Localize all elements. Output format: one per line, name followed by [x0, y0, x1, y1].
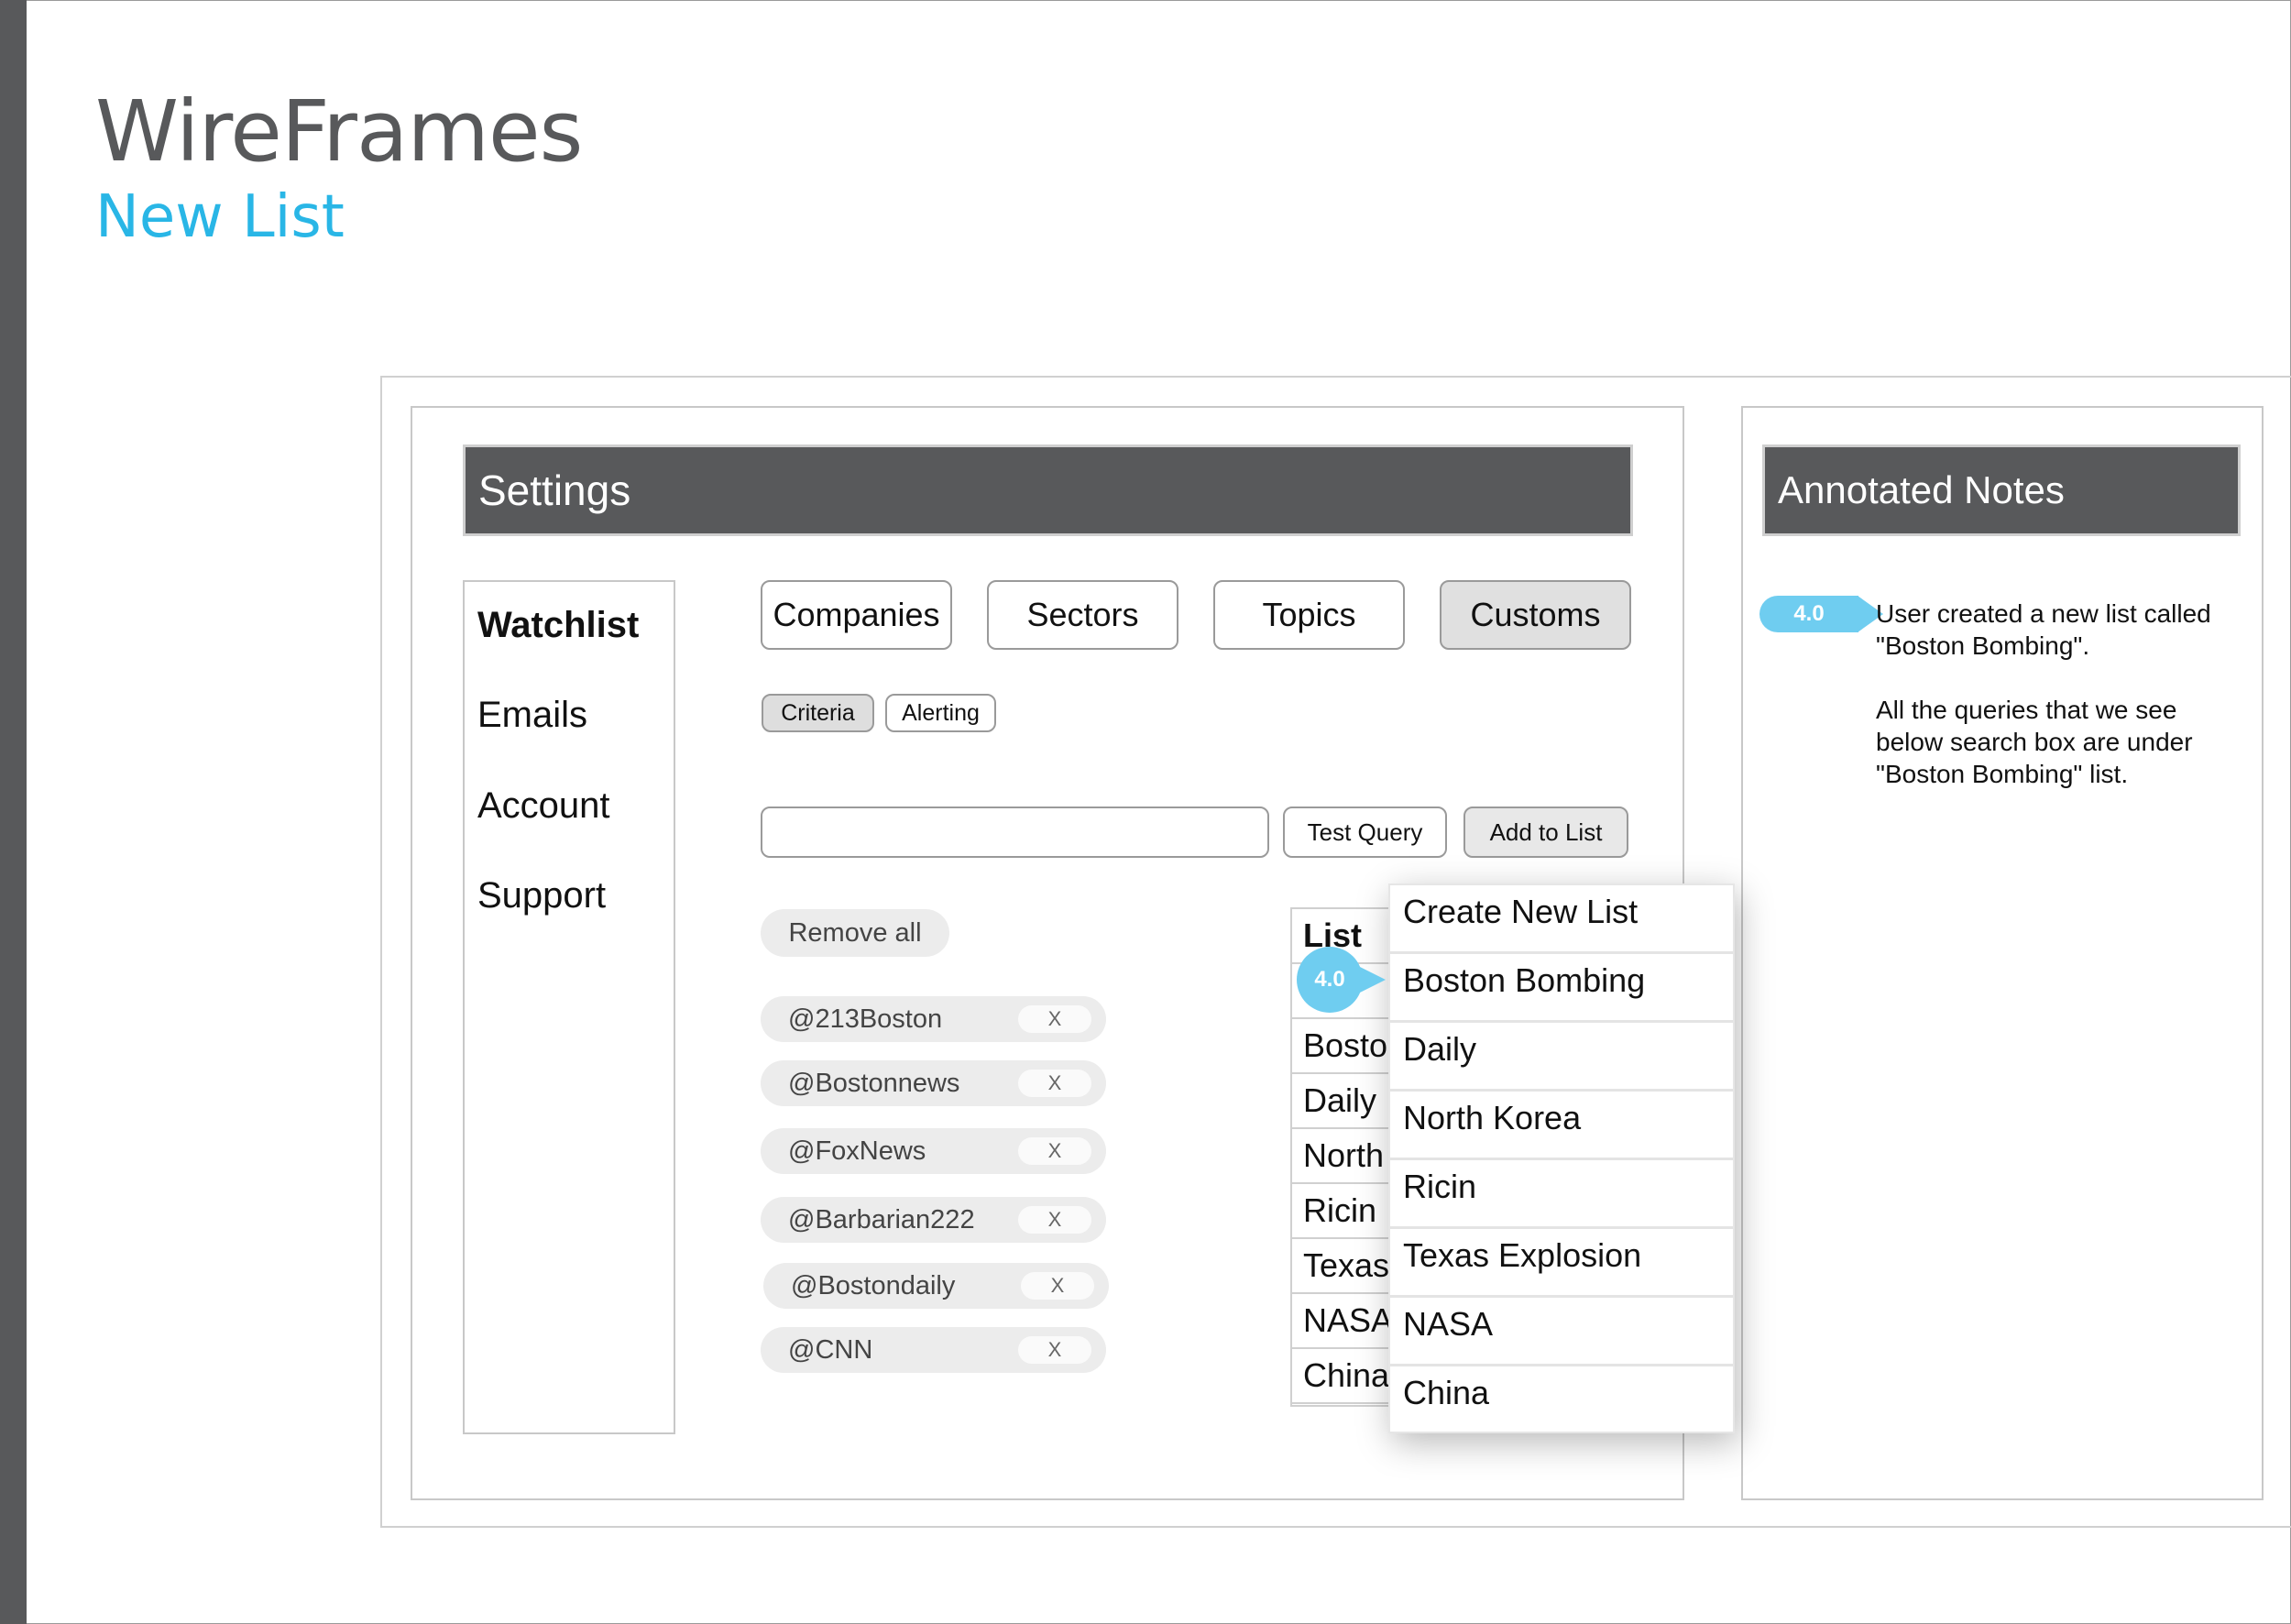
- chip-label: @Bostondaily: [791, 1270, 956, 1300]
- note-line: User created a new list called: [1876, 599, 2211, 628]
- list-table-row[interactable]: Texas: [1292, 1239, 1389, 1294]
- dropdown-item-create-new-list[interactable]: Create New List: [1390, 885, 1733, 954]
- chip-remove-icon[interactable]: X: [1021, 1272, 1094, 1300]
- query-chip: @Bostondaily X: [763, 1263, 1109, 1309]
- query-chip: @CNN X: [761, 1327, 1106, 1373]
- chip-remove-icon[interactable]: X: [1018, 1336, 1091, 1364]
- query-chip: @Barbarian222 X: [761, 1197, 1106, 1243]
- dropdown-item-boston-bombing[interactable]: Boston Bombing: [1390, 954, 1733, 1023]
- page-title: WireFrames: [95, 82, 583, 181]
- dropdown-item-ricin[interactable]: Ricin: [1390, 1160, 1733, 1229]
- note-line: "Boston Bombing" list.: [1876, 760, 2129, 788]
- remove-all-button[interactable]: Remove all: [761, 909, 949, 957]
- note-line: "Boston Bombing".: [1876, 631, 2090, 660]
- query-input[interactable]: [761, 807, 1269, 858]
- list-table-row[interactable]: Boston: [1292, 1019, 1389, 1074]
- dropdown-item-texas-explosion[interactable]: Texas Explosion: [1390, 1229, 1733, 1298]
- chip-remove-icon[interactable]: X: [1018, 1206, 1091, 1234]
- left-accent-bar: [0, 0, 27, 1624]
- annotation-marker: 4.0: [1759, 596, 1858, 632]
- list-table-row[interactable]: Ricin: [1292, 1184, 1389, 1239]
- sidebar-item-watchlist[interactable]: Watchlist: [477, 605, 639, 646]
- chip-label: @Barbarian222: [788, 1204, 975, 1234]
- tab-sectors[interactable]: Sectors: [987, 580, 1178, 650]
- settings-header: Settings: [463, 444, 1633, 536]
- tab-customs[interactable]: Customs: [1440, 580, 1631, 650]
- sidebar-item-support[interactable]: Support: [477, 875, 606, 916]
- query-chip: @FoxNews X: [761, 1128, 1106, 1174]
- dropdown-item-china[interactable]: China: [1390, 1366, 1733, 1435]
- note-line: below search box are under: [1876, 728, 2193, 756]
- test-query-button[interactable]: Test Query: [1283, 807, 1447, 858]
- dropdown-item-nasa[interactable]: NASA: [1390, 1298, 1733, 1366]
- list-table-row[interactable]: NASA: [1292, 1294, 1389, 1349]
- list-table-row[interactable]: Daily: [1292, 1074, 1389, 1129]
- list-dropdown-menu: Create New List Boston Bombing Daily Nor…: [1388, 883, 1735, 1433]
- query-chip: @213Boston X: [761, 996, 1106, 1042]
- sidebar-item-account[interactable]: Account: [477, 785, 610, 827]
- subtab-alerting[interactable]: Alerting: [885, 694, 996, 732]
- page-subtitle: New List: [95, 183, 345, 251]
- settings-title: Settings: [478, 466, 631, 514]
- notes-title: Annotated Notes: [1778, 468, 2065, 511]
- tab-companies[interactable]: Companies: [761, 580, 952, 650]
- notes-header: Annotated Notes: [1762, 444, 2241, 536]
- chip-label: @CNN: [788, 1334, 873, 1365]
- tab-topics[interactable]: Topics: [1213, 580, 1405, 650]
- list-table-row[interactable]: North: [1292, 1129, 1389, 1184]
- chip-remove-icon[interactable]: X: [1018, 1070, 1091, 1097]
- chip-remove-icon[interactable]: X: [1018, 1137, 1091, 1165]
- dropdown-item-north-korea[interactable]: North Korea: [1390, 1092, 1733, 1160]
- query-chip: @Bostonnews X: [761, 1060, 1106, 1106]
- note-line: All the queries that we see: [1876, 696, 2177, 724]
- list-table-row[interactable]: China: [1292, 1349, 1389, 1404]
- chip-label: @Bostonnews: [788, 1068, 960, 1098]
- add-to-list-button[interactable]: Add to List: [1463, 807, 1628, 858]
- annotation-marker: 4.0: [1297, 947, 1363, 1013]
- notes-panel: [1741, 406, 2264, 1500]
- dropdown-item-daily[interactable]: Daily: [1390, 1023, 1733, 1092]
- chip-label: @213Boston: [788, 1004, 943, 1034]
- chip-remove-icon[interactable]: X: [1018, 1005, 1091, 1033]
- sidebar-item-emails[interactable]: Emails: [477, 695, 587, 736]
- chip-label: @FoxNews: [788, 1136, 926, 1166]
- subtab-criteria[interactable]: Criteria: [762, 694, 874, 732]
